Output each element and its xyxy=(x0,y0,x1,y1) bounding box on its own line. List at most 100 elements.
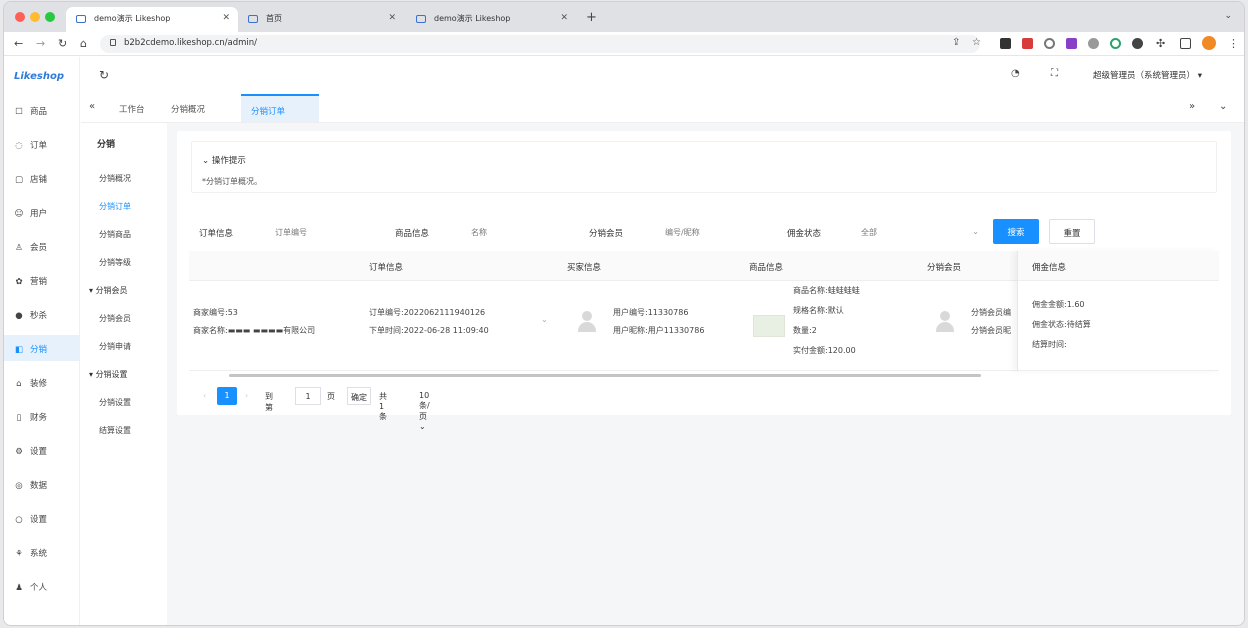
close-tab-icon[interactable]: ✕ xyxy=(222,13,230,23)
sidebar-toggle-icon[interactable] xyxy=(1180,38,1191,49)
submenu-item[interactable]: 分销概况 xyxy=(99,173,131,184)
table-horizontal-scrollbar[interactable] xyxy=(229,374,981,377)
member-nickname: 分销会员昵 xyxy=(971,326,1011,335)
system-icon: ○ xyxy=(15,515,23,525)
refresh-icon[interactable]: ↻ xyxy=(99,68,109,82)
page-favicon-icon xyxy=(248,15,258,23)
profile-avatar[interactable] xyxy=(1202,36,1216,50)
extension-icon[interactable] xyxy=(1066,38,1077,49)
notification-bell-icon[interactable]: ◔ xyxy=(1011,68,1020,79)
page-tag[interactable]: 工作台 xyxy=(109,94,155,122)
commission-status-select[interactable]: 全部 ⌄ xyxy=(853,221,983,243)
extension-icon[interactable] xyxy=(1044,38,1055,49)
submenu-item[interactable]: 分销会员 xyxy=(99,313,131,324)
goto-page-input[interactable]: 1 xyxy=(295,387,321,405)
reload-icon[interactable]: ↻ xyxy=(58,37,67,50)
extension-icon[interactable] xyxy=(1110,38,1121,49)
admin-app: Likeshop ☐ 商品 ◌ 订单 ▢ 店铺 ☺ 用户 ♙ 会员 ✿ 营销 ● 秒杀 ◧ 分销 ⌂ 装修 ▯ 财务 ⚙… xyxy=(4,57,1244,625)
goods-info-input[interactable]: 名称 xyxy=(463,221,573,243)
home-icon[interactable]: ⌂ xyxy=(80,37,87,50)
submenu-item[interactable]: 分销订单 xyxy=(99,201,131,212)
search-button[interactable]: 搜索 xyxy=(993,219,1039,244)
reset-button[interactable]: 重置 xyxy=(1049,219,1095,244)
submenu-item-label: 分销会员 xyxy=(95,286,128,295)
browser-tab-2[interactable]: 首页 ✕ xyxy=(238,7,404,32)
page-tag[interactable]: 分销订单 xyxy=(241,94,319,122)
page-tag[interactable]: 分销概况 xyxy=(161,94,215,122)
prev-page-icon[interactable]: ‹ xyxy=(203,387,206,400)
back-icon[interactable]: ← xyxy=(14,37,23,50)
sidebar-item-label: 设置 xyxy=(30,447,48,457)
address-bar[interactable]: b2b2cdemo.likeshop.cn/admin/ xyxy=(100,35,980,53)
submenu-item[interactable]: 分销等级 xyxy=(99,257,131,268)
bookmark-star-icon[interactable]: ☆ xyxy=(972,37,981,48)
sidebar-item-decorate[interactable]: ⌂ 装修 xyxy=(4,369,80,395)
filter-label-order: 订单信息 xyxy=(199,229,234,239)
extension-icon[interactable] xyxy=(1088,38,1099,49)
browser-tab-3[interactable]: demo演示 Likeshop ✕ xyxy=(406,7,576,32)
minimize-window-icon[interactable] xyxy=(30,12,40,22)
collapse-sidebar-icon[interactable]: « xyxy=(89,101,95,112)
sidebar-item-member[interactable]: ♙ 会员 xyxy=(4,233,80,259)
sidebar-item-distribution[interactable]: ◧ 分销 xyxy=(4,335,80,361)
submenu-title: 分销 xyxy=(97,140,116,150)
order-info-input[interactable]: 订单编号 xyxy=(267,221,387,243)
goods-thumbnail xyxy=(753,315,785,337)
close-window-icon[interactable] xyxy=(15,12,25,22)
user-menu[interactable]: 超级管理员（系统管理员） ▾ xyxy=(1093,69,1202,81)
sidebar-item-settings[interactable]: ⚙ 设置 xyxy=(4,437,80,463)
submenu-item[interactable]: 分销设置 xyxy=(99,397,131,408)
sidebar-item-seckill[interactable]: ● 秒杀 xyxy=(4,301,80,327)
page-number-current[interactable]: 1 xyxy=(217,387,237,405)
submenu-item[interactable]: 结算设置 xyxy=(99,425,131,436)
sidebar-item-order[interactable]: ◌ 订单 xyxy=(4,131,80,157)
fullscreen-icon[interactable]: ⛶ xyxy=(1051,68,1058,79)
close-tab-icon[interactable]: ✕ xyxy=(560,13,568,23)
sidebar-item-marketing[interactable]: ✿ 营销 xyxy=(4,267,80,293)
tab-search-chevron-icon[interactable]: ⌄ xyxy=(1224,11,1232,21)
browser-window: demo演示 Likeshop ✕ 首页 ✕ demo演示 Likeshop ✕… xyxy=(3,1,1245,626)
submenu-item[interactable]: 分销商品 xyxy=(99,229,131,240)
scroll-tags-right-icon[interactable]: » xyxy=(1189,101,1195,112)
extension-icon[interactable] xyxy=(1132,38,1143,49)
extensions-puzzle-icon[interactable]: ✣ xyxy=(1156,37,1165,50)
order-icon: ◌ xyxy=(15,141,23,151)
page-size-select[interactable]: 10条/页 ⌄ xyxy=(419,387,430,431)
member-input[interactable]: 编号/昵称 xyxy=(657,221,767,243)
operation-tip-header[interactable]: ⌄ 操作提示 xyxy=(202,154,246,166)
submenu-group[interactable]: ▾ 分销设置 xyxy=(89,369,128,380)
order-time: 下单时间:2022-06-28 11:09:40 xyxy=(369,326,489,335)
submenu-item-label: 结算设置 xyxy=(99,426,131,435)
new-tab-icon[interactable]: + xyxy=(586,10,597,25)
submenu-group[interactable]: ▾ 分销会员 xyxy=(89,285,128,296)
sidebar-item-profile[interactable]: ♟ 个人 xyxy=(4,573,80,599)
expand-chevron-icon[interactable]: ⌄ xyxy=(541,315,548,324)
sidebar-item-goods[interactable]: ☐ 商品 xyxy=(4,97,80,123)
browser-menu-icon[interactable]: ⋮ xyxy=(1228,37,1239,50)
share-icon[interactable]: ⇪ xyxy=(952,37,960,48)
extension-icon[interactable] xyxy=(1022,38,1033,49)
close-tab-icon[interactable]: ✕ xyxy=(388,13,396,23)
sidebar-item-system[interactable]: ○ 设置 xyxy=(4,505,80,531)
browser-tab-1[interactable]: demo演示 Likeshop ✕ xyxy=(66,7,238,32)
sidebar-item-permission[interactable]: ⚘ 系统 xyxy=(4,539,80,565)
next-page-icon[interactable]: › xyxy=(245,387,248,400)
tags-menu-chevron-icon[interactable]: ⌄ xyxy=(1219,101,1227,112)
select-chevron-icon: ⌄ xyxy=(972,227,979,236)
sidebar-item-user[interactable]: ☺ 用户 xyxy=(4,199,80,225)
submenu-item[interactable]: 分销申请 xyxy=(99,341,131,352)
sidebar-item-finance[interactable]: ▯ 财务 xyxy=(4,403,80,429)
browser-tab-title: demo演示 Likeshop xyxy=(94,14,171,23)
extension-icon[interactable] xyxy=(1000,38,1011,49)
forward-icon[interactable]: → xyxy=(36,37,45,50)
goto-confirm-button[interactable]: 确定 xyxy=(347,387,371,405)
goods-spec: 规格名称:默认 xyxy=(793,306,844,315)
zoom-window-icon[interactable] xyxy=(45,12,55,22)
sidebar-item-label: 订单 xyxy=(30,141,48,151)
column-header: 商品信息 xyxy=(749,263,784,273)
sidebar-item-data[interactable]: ◎ 数据 xyxy=(4,471,80,497)
submenu-item-label: 分销申请 xyxy=(99,342,131,351)
sidebar-item-store[interactable]: ▢ 店铺 xyxy=(4,165,80,191)
filter-label-status: 佣金状态 xyxy=(787,229,822,239)
submenu-item-label: 分销会员 xyxy=(99,314,131,323)
